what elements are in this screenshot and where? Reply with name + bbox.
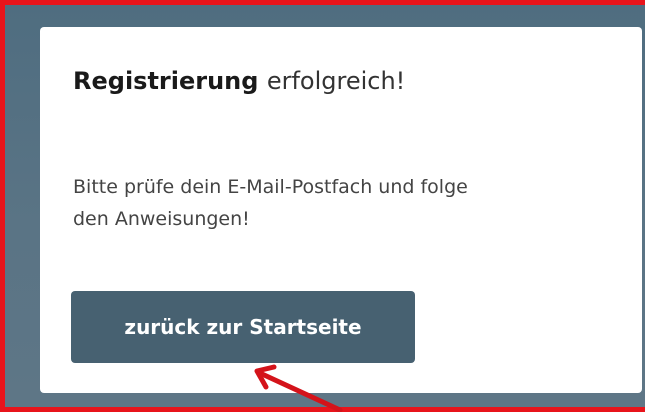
title-rest: erfolgreich! <box>266 67 406 95</box>
registration-success-card: Registrierung erfolgreich! Bitte prüfe d… <box>40 27 642 393</box>
page-title: Registrierung erfolgreich! <box>73 65 405 97</box>
back-to-home-button[interactable]: zurück zur Startseite <box>71 291 415 363</box>
message-line-2: den Anweisungen! <box>73 208 250 230</box>
confirmation-message: Bitte prüfe dein E-Mail-Postfach und fol… <box>73 171 613 235</box>
title-strong: Registrierung <box>73 67 259 95</box>
highlight-frame: Registrierung erfolgreich! Bitte prüfe d… <box>0 0 645 412</box>
message-line-1: Bitte prüfe dein E-Mail-Postfach und fol… <box>73 176 468 198</box>
